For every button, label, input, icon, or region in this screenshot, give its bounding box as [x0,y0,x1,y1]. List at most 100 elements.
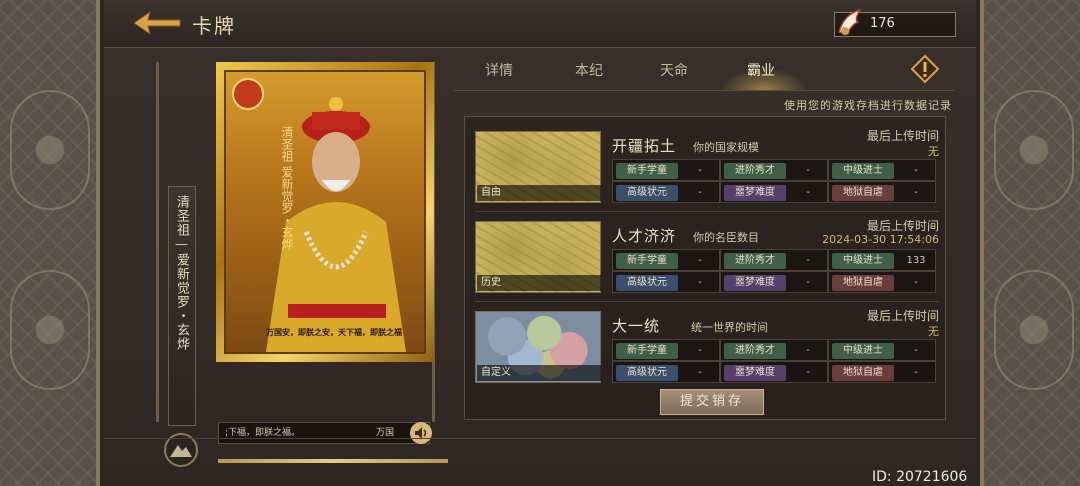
header-bar: 卡牌 176 [104,0,976,48]
tab-mandate[interactable]: 天命 [639,60,709,90]
dragon-ornament-icon [10,270,90,390]
card-title-text: 清圣祖 [280,126,294,162]
tab-hegemony[interactable]: 霸业 [726,60,796,90]
tab-details[interactable]: 详情 [464,60,534,90]
difficulty-cell: 中级进士 - [828,339,936,361]
difficulty-cell: 新手学童 - [612,249,720,271]
difficulty-cell: 新手学童 - [612,339,720,361]
difficulty-value: - [806,345,810,356]
records-panel: 自由 开疆拓土 你的国家规模 最后上传时间 无 新手学童 - 进阶秀才 - 中级… [464,116,946,420]
difficulty-cell: 高级状元 - [612,181,720,203]
difficulty-value: - [806,367,810,378]
record-row: 自定义 大一统 统一世界的时间 最后上传时间 无 新手学童 - 进阶秀才 - 中… [475,309,939,395]
character-portrait: 清圣祖 爱新觉罗・玄烨 万国安，即朕之安，天下福，即朕之福 [224,70,426,354]
map-thumbnail[interactable]: 自由 [475,131,601,203]
difficulty-value: - [914,367,918,378]
difficulty-cell: 噩梦难度 - [720,181,828,203]
difficulty-value: - [914,187,918,198]
difficulty-badge: 进阶秀才 [724,253,786,269]
difficulty-cell: 地狱自虐 - [828,271,936,293]
difficulty-value: - [806,277,810,288]
footer-divider [104,438,976,439]
difficulty-value: - [698,277,702,288]
feather-token-icon [834,6,864,38]
difficulty-badge: 中级进士 [832,343,894,359]
record-row: 自由 开疆拓土 你的国家规模 最后上传时间 无 新手学童 - 进阶秀才 - 中级… [475,129,939,215]
quote-bar: ;下福，即朕之福。 [218,422,430,444]
record-description: 你的名臣数目 [693,231,759,244]
difficulty-badge: 进阶秀才 [724,163,786,179]
card-underline [218,459,448,463]
difficulty-cell: 高级状元 - [612,361,720,383]
dragon-ornament-icon [994,90,1074,210]
difficulty-value: - [698,367,702,378]
difficulty-cell: 噩梦难度 - [720,271,828,293]
difficulty-badge: 进阶秀才 [724,343,786,359]
difficulty-badge: 噩梦难度 [724,185,786,201]
difficulty-badge: 地狱自虐 [832,365,894,381]
player-id: ID: 20721606 [872,469,968,485]
tab-bar: 详情 本纪 天命 霸业 [464,60,904,90]
difficulty-value: - [914,345,918,356]
page-title: 卡牌 [192,14,236,38]
upload-time-value: 无 [928,145,939,158]
upload-time-value: 无 [928,325,939,338]
dragon-ornament-icon [10,90,90,210]
character-card[interactable]: 清圣祖 爱新觉罗・玄烨 万国安，即朕之安，天下福，即朕之福 [216,62,434,362]
difficulty-cell: 地狱自虐 - [828,361,936,383]
record-description: 你的国家规模 [693,141,759,154]
difficulty-badge: 地狱自虐 [832,275,894,291]
difficulty-grid: 新手学童 - 进阶秀才 - 中级进士 - 高级状元 - 噩梦难度 - 地狱自虐 … [612,339,939,383]
difficulty-cell: 中级进士 - [828,159,936,181]
difficulty-cell: 进阶秀才 - [720,249,828,271]
map-label: 历史 [477,275,601,291]
quote-text: ;下福，即朕之福。 [225,428,301,438]
difficulty-value: - [698,255,702,266]
alert-button[interactable] [910,54,940,84]
difficulty-value: - [698,187,702,198]
card-name-text: 爱新觉罗・玄烨 [280,165,294,250]
difficulty-value: - [914,277,918,288]
difficulty-cell: 进阶秀才 - [720,339,828,361]
difficulty-badge: 高级状元 [616,185,678,201]
difficulty-value: - [698,165,702,176]
right-ornament-panel [980,0,1080,486]
speaker-icon [415,427,427,439]
quote-suffix: 万国 [376,428,395,438]
dragon-ornament-icon [994,270,1074,390]
map-thumbnail[interactable]: 历史 [475,221,601,293]
difficulty-cell: 高级状元 - [612,271,720,293]
currency-value: 176 [870,16,895,31]
back-button[interactable] [132,8,182,38]
difficulty-badge: 新手学童 [616,343,678,359]
record-title: 大一统 [612,317,661,335]
map-label: 自由 [477,185,601,201]
difficulty-badge: 高级状元 [616,365,678,381]
difficulty-value: - [698,345,702,356]
upload-time-label: 最后上传时间 [866,309,939,323]
map-label: 自定义 [477,365,601,381]
speaker-button[interactable] [410,422,432,444]
map-thumbnail[interactable]: 自定义 [475,311,601,383]
record-row: 历史 人才济济 你的名臣数目 最后上传时间 2024-03-30 17:54:0… [475,219,939,305]
difficulty-value: - [806,187,810,198]
difficulty-badge: 新手学童 [616,253,678,269]
row-divider [475,211,939,212]
records-subtitle: 使用您的游戏存档进行数据记录 [784,99,952,112]
tab-annals[interactable]: 本纪 [554,60,624,90]
difficulty-value: - [914,165,918,176]
record-description: 统一世界的时间 [691,321,768,334]
difficulty-cell: 新手学童 - [612,159,720,181]
difficulty-value: 133 [906,255,926,266]
exclamation-diamond-icon [910,54,940,84]
row-divider [475,301,939,302]
difficulty-badge: 地狱自虐 [832,185,894,201]
difficulty-badge: 中级进士 [832,163,894,179]
difficulty-cell: 中级进士 133 [828,249,936,271]
difficulty-cell: 进阶秀才 - [720,159,828,181]
mountain-emblem-icon [170,445,192,457]
difficulty-badge: 中级进士 [832,253,894,269]
difficulty-grid: 新手学童 - 进阶秀才 - 中级进士 133 高级状元 - 噩梦难度 - 地狱自… [612,249,939,293]
submit-save-button[interactable]: 提交销存 [660,389,764,415]
difficulty-grid: 新手学童 - 进阶秀才 - 中级进士 - 高级状元 - 噩梦难度 - 地狱自虐 … [612,159,939,203]
